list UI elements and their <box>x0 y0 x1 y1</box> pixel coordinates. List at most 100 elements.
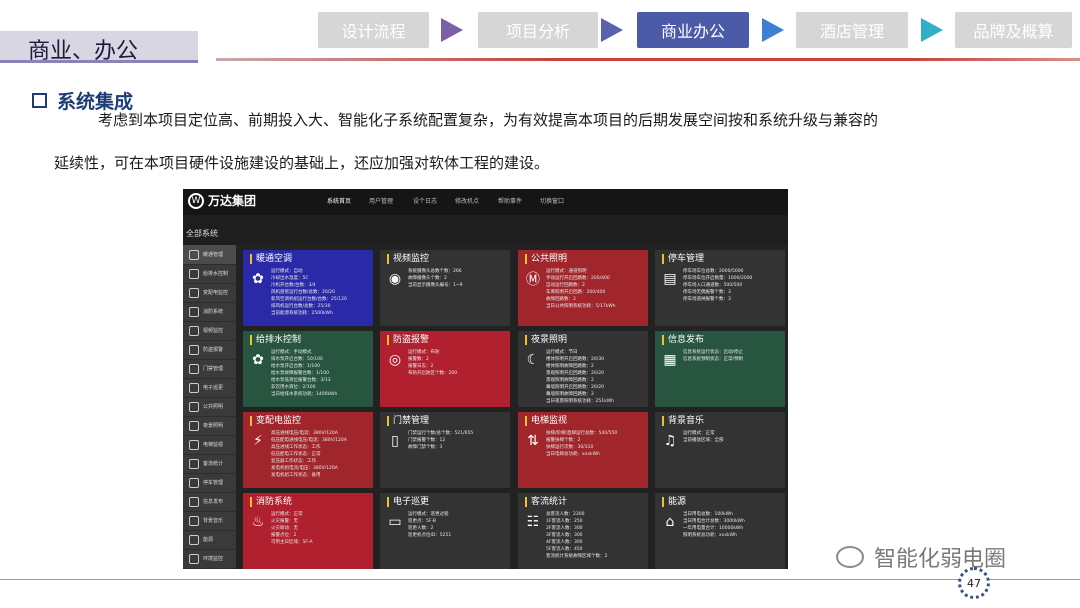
step-design-flow[interactable]: 设计流程 <box>318 12 429 48</box>
tile-status-line: 一年用电量合计：10000kWh <box>683 526 744 531</box>
tile-status-line: 扶梯/阶梯/直梯运行总数：540/550 <box>546 431 618 436</box>
tile-status-line: 幕墙照明故障回路数：2 <box>546 392 594 397</box>
nav-logs[interactable]: 设个日志 <box>413 196 437 205</box>
tile-title: 视频监控 <box>387 254 429 264</box>
system-tile[interactable]: 门禁管理 ▯ 门禁运行个数/总个数：521/655 门禁报警个数：12 故障门禁个数：3 <box>380 412 510 488</box>
tile-status-line: 给水泵故障报警台数：1/100 <box>271 371 329 376</box>
sidebar-item[interactable]: 防盗报警 <box>183 340 236 360</box>
tile-status-lines: 总客流人数：2300 1F客流人数：250 2F客流人数：300 3F客流人数：300… <box>546 511 646 560</box>
tile-status-line: 运行模式：布防 <box>408 350 440 355</box>
system-tile[interactable]: 视频监控 ◉ 系统摄像头总数个数：266 故障摄像头个数：2 当前显示摄像头编号：1~9 <box>380 250 510 326</box>
tile-status-line: 发电机组工作状态：备用 <box>271 473 321 478</box>
system-tile[interactable]: 公共照明 Ⓜ 运行模式：通道照明 手动运行开启回路数：200/400 自动运行回路数：2… <box>518 250 648 326</box>
sidebar-item[interactable]: 停车管理 <box>183 473 236 493</box>
tile-status-line: 低压配电进线电压/电流：380V/120A <box>271 438 347 443</box>
tile-status-line: 照明系统总功耗：xxxkWh <box>683 533 737 538</box>
step-brand-budget[interactable]: 品牌及概算 <box>955 12 1072 48</box>
sidebar-item[interactable]: 环境监控 <box>183 549 236 569</box>
sidebar-item-label: 夜景照明 <box>203 423 224 429</box>
water-icon: ✿ <box>252 352 264 368</box>
tile-title: 门禁管理 <box>387 416 429 426</box>
tile-status-line: 5F客流人数：450 <box>546 547 583 552</box>
home-energy-icon: ⌂ <box>665 514 675 530</box>
tile-status-line: 给水泵开启台数：1/100 <box>271 364 320 369</box>
paragraph-line-2: 延续性，可在本项目硬件设施建设的基础上，还应加强对软体工程的建设。 <box>54 154 550 172</box>
people-icon: ☷ <box>526 514 540 530</box>
tile-status-line: 运行模式：节日 <box>546 350 578 355</box>
tile-status-lines: 当日用电总数：100kWh 当日用电合计总数：3000kWh 一年用电量合计：100… <box>683 511 783 539</box>
breadcrumb[interactable]: 全部系统 <box>186 228 218 239</box>
sidebar-item-icon <box>189 401 199 412</box>
system-tile[interactable]: 防盗报警 ◎ 运行模式：布防 报警数：2 报警日志：2 布防开启防区个数：200 <box>380 331 510 407</box>
tile-title: 消防系统 <box>250 497 292 507</box>
system-tile[interactable]: 电子巡更 ▭ 运行模式：巡更过程 巡更点：5F-B 巡更人数：2 巡更机点位ID：5251 <box>380 493 510 569</box>
tile-title: 客流统计 <box>525 497 567 507</box>
system-tile[interactable]: 变配电监控 ⚡ 高压进线电压/电流：380V/120A 低压配电进线电压/电流：380… <box>243 412 373 488</box>
sidebar-item-label: 客流统计 <box>203 461 224 467</box>
sidebar-item-icon <box>189 477 199 488</box>
tile-status-line: 当日用电总数：100kWh <box>683 512 733 517</box>
sidebar-item[interactable]: 背景音乐 <box>183 511 236 531</box>
step-commercial-office[interactable]: 商业办公 <box>637 12 749 48</box>
step-hotel-management[interactable]: 酒店管理 <box>796 12 908 48</box>
system-tile[interactable]: 客流统计 ☷ 总客流人数：2300 1F客流人数：250 2F客流人数：300 3F客流人… <box>518 493 648 569</box>
tile-status-line: 幕墙照明开启回路数：20/20 <box>546 385 604 390</box>
moon-icon: ☾ <box>526 352 540 368</box>
nav-switch-window[interactable]: 切换窗口 <box>540 196 564 205</box>
tile-status-line: 可用主日区域：5F-A <box>271 540 313 545</box>
tile-status-line: 2F客流人数：300 <box>546 526 583 531</box>
sidebar-item-icon <box>189 439 199 450</box>
sidebar-item[interactable]: 电梯监视 <box>183 435 236 455</box>
tile-status-lines: 运行模式：手动模式 排水泵开启台数：50/100 给水泵开启台数：1/100 给水泵故… <box>271 349 371 398</box>
sidebar-item-label: 暖通管理 <box>203 252 224 258</box>
tile-status-line: 排风机运行台数/总数：25/30 <box>271 304 331 309</box>
step-project-analysis[interactable]: 项目分析 <box>478 12 598 48</box>
sidebar-item-icon <box>189 515 199 526</box>
tile-status-line: 冷却出水温度：5C <box>271 276 309 281</box>
tile-status-line: 系统摄像头总数个数：266 <box>408 269 462 274</box>
tile-status-line: 运行模式：正常 <box>271 512 303 517</box>
tile-status-line: 布防开启防区个数：200 <box>408 371 458 376</box>
sidebar-item[interactable]: 客流统计 <box>183 454 236 474</box>
system-tile[interactable]: 电梯监视 ⇅ 扶梯/阶梯/直梯运行总数：540/550 报警扶梯个数：2 扶梯运行次数：… <box>518 412 648 488</box>
tile-status-line: 故障回路数：2 <box>546 297 576 302</box>
sidebar-item[interactable]: 电子巡更 <box>183 378 236 398</box>
sidebar-item[interactable]: 给排水控制 <box>183 264 236 284</box>
system-tile[interactable]: 背景音乐 ♫ 运行模式：正常 当前播放区域：全部 <box>655 412 785 488</box>
tile-status-line: 停车场道闸报警个数：3 <box>683 297 731 302</box>
system-tile[interactable]: 夜景照明 ☾ 运行模式：节日 楼体照明开启回路数：20/30 楼体照明故障回路数：2 景观… <box>518 331 648 407</box>
sidebar-item[interactable]: 视频监控 <box>183 321 236 341</box>
fan-icon: ✿ <box>252 271 264 287</box>
tile-status-line: 巡更机点位ID：5251 <box>408 533 452 538</box>
sidebar-item[interactable]: 公共照明 <box>183 397 236 417</box>
sidebar-item-label: 环境监控 <box>203 556 224 562</box>
sidebar-item-icon <box>189 363 199 374</box>
system-tile[interactable]: 能源 ⌂ 当日用电总数：100kWh 当日用电合计总数：3000kWh 一年用电量合计：… <box>655 493 785 569</box>
tile-status-lines: 信息系统运行状态：启动/停止 信息系统预制状态：正常/预制 <box>683 349 783 363</box>
door-icon: ▯ <box>391 433 399 449</box>
nav-users[interactable]: 用户管理 <box>369 196 393 205</box>
system-sidebar: 暖通管理给排水控制 变配电监控 消防系统视频监控防盗报警 门禁管理 电子巡更 公共照明夜景… <box>183 245 236 569</box>
sidebar-item-label: 视频监控 <box>203 328 224 334</box>
tile-status-line: 运行模式：通道照明 <box>546 269 587 274</box>
nav-settings[interactable]: 修改机点 <box>455 196 479 205</box>
nav-home[interactable]: 系统首页 <box>327 196 351 205</box>
system-screenshot: W 万达集团 系统首页 用户管理 设个日志 修改机点 帮助事件 切换窗口 全部系… <box>183 189 788 569</box>
system-tile[interactable]: 消防系统 ♨ 运行模式：正常 火灾报警：无 火灾联动：无 报警点位：2 可用主日区域：5F-… <box>243 493 373 569</box>
sidebar-item[interactable]: 夜景照明 <box>183 416 236 436</box>
sidebar-item[interactable]: 信息发布 <box>183 492 236 512</box>
wanda-logo-icon: W <box>188 192 204 209</box>
nav-events[interactable]: 帮助事件 <box>498 196 522 205</box>
system-tile[interactable]: 给排水控制 ✿ 运行模式：手动模式 排水泵开启台数：50/100 给水泵开启台数：1/1… <box>243 331 373 407</box>
sidebar-item[interactable]: 门禁管理 <box>183 359 236 379</box>
system-tile[interactable]: 暖通空调 ✿ 运行模式：自动 冷却出水温度：5C 冷机开台数/台数：3/4 风机盘管运行台… <box>243 250 373 326</box>
elevator-icon: ⇅ <box>527 433 539 449</box>
tile-status-lines: 运行模式：正常 火灾报警：无 火灾联动：无 报警点位：2 可用主日区域：5F-A <box>271 511 371 546</box>
sidebar-item[interactable]: 暖通管理 <box>183 245 236 265</box>
tile-status-line: 扶梯运行次数：30/310 <box>546 445 594 450</box>
sidebar-item[interactable]: 变配电监控 <box>183 283 236 303</box>
sidebar-item[interactable]: 能源 <box>183 530 236 550</box>
system-tile[interactable]: 停车管理 ▤ 停车场车位总数：2000/5000 停车场车位开启数量：1000/200… <box>655 250 785 326</box>
sidebar-item[interactable]: 消防系统 <box>183 302 236 322</box>
system-tile[interactable]: 信息发布 ▦ 信息系统运行状态：启动/停止 信息系统预制状态：正常/预制 <box>655 331 785 407</box>
